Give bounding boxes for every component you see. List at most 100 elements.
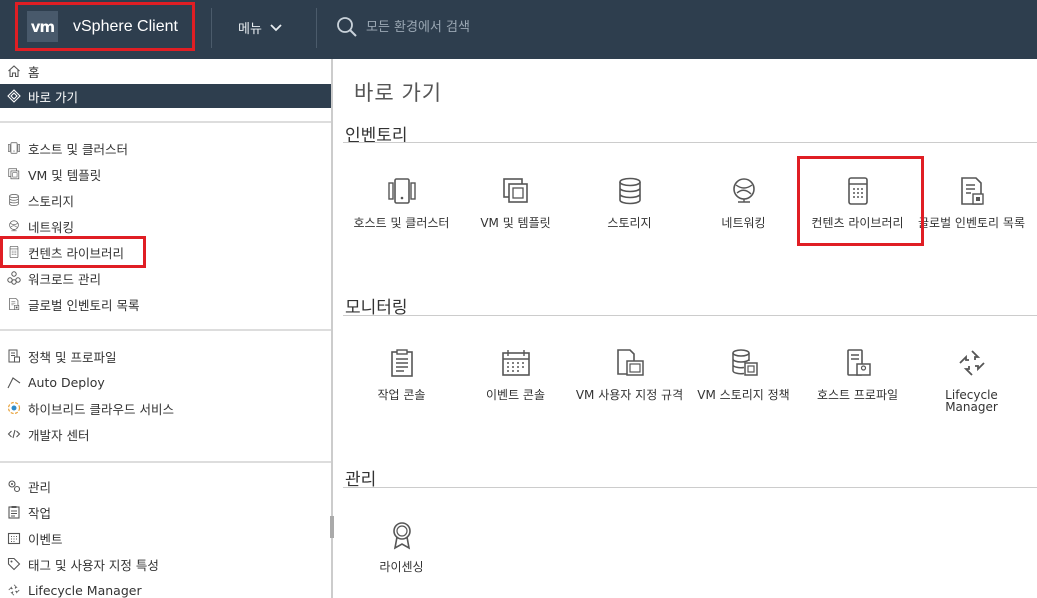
shortcut-tile-label: VM 및 템플릿 — [480, 216, 551, 230]
sidebar-item[interactable]: 하이브리드 클라우드 서비스 — [0, 396, 331, 420]
sidebar-item[interactable]: 바로 가기 — [0, 84, 331, 108]
workload-management-icon — [7, 271, 21, 285]
brand-home-link[interactable]: vm vSphere Client — [15, 2, 195, 51]
section-divider — [343, 142, 1037, 143]
home-icon — [7, 64, 21, 78]
shortcut-tile-label: Lifecycle Manager — [945, 388, 998, 414]
global-inventory-icon — [956, 175, 988, 207]
app-title: vSphere Client — [73, 17, 178, 35]
tag-icon — [7, 557, 21, 571]
shortcut-tile-label: 라이센싱 — [379, 560, 424, 574]
sidebar-item[interactable]: 이벤트 — [0, 526, 331, 550]
sidebar-item[interactable]: 호스트 및 클러스터 — [0, 136, 331, 160]
sidebar-item-label: 호스트 및 클러스터 — [28, 141, 128, 157]
event-console-icon — [500, 347, 532, 379]
vms-templates-icon — [7, 167, 21, 181]
sidebar-item-label: 홈 — [28, 64, 40, 80]
sidebar-item-label: 글로벌 인벤토리 목록 — [28, 297, 140, 313]
policies-icon — [7, 349, 21, 363]
sidebar-item[interactable]: Lifecycle Manager — [0, 578, 331, 598]
host-profile-icon — [842, 347, 874, 379]
lifecycle-icon — [7, 583, 21, 597]
header-divider — [316, 8, 317, 48]
highlight-frame — [797, 156, 924, 246]
networking-icon — [728, 175, 760, 207]
global-search[interactable] — [336, 16, 666, 38]
sidebar-item[interactable]: 관리 — [0, 474, 331, 498]
shortcut-tile-label: 이벤트 콘솔 — [485, 388, 545, 402]
shortcut-tile[interactable]: 네트워킹 — [687, 167, 800, 267]
sidebar-item-label: 스토리지 — [28, 193, 75, 209]
shortcut-tile-label: 글로벌 인벤토리 목록 — [918, 216, 1025, 230]
hosts-clusters-icon — [7, 141, 21, 155]
shortcut-tile[interactable]: 호스트 및 클러스터 — [345, 167, 458, 267]
sidebar-item-label: 네트워킹 — [28, 219, 75, 235]
shortcut-tile-label: VM 사용자 지정 규격 — [575, 388, 684, 402]
menu-button[interactable]: 메뉴 — [238, 18, 282, 37]
sidebar-item[interactable]: 스토리지 — [0, 188, 331, 212]
shortcuts-page: 바로 가기 인벤토리 호스트 및 클러스터 VM 및 템플릿 스토리지 네트워킹 컨텐츠 … — [333, 59, 1037, 598]
sidebar-item[interactable]: 태그 및 사용자 지정 특성 — [0, 552, 331, 576]
shortcut-tile-label: VM 스토리지 정책 — [697, 388, 790, 402]
shortcut-tile[interactable]: 호스트 프로파일 — [801, 339, 914, 439]
sidebar-separator — [0, 461, 331, 463]
top-header: vm vSphere Client 메뉴 — [0, 0, 1037, 59]
administration-icon — [7, 479, 21, 493]
shortcut-tile[interactable]: 이벤트 콘솔 — [459, 339, 572, 439]
sidebar-item[interactable]: 정책 및 프로파일 — [0, 344, 331, 368]
shortcut-tile-label: 스토리지 — [607, 216, 652, 230]
global-inventory-icon — [7, 297, 21, 311]
sidebar-item-label: 하이브리드 클라우드 서비스 — [28, 401, 174, 417]
sidebar-item[interactable]: 홈 — [0, 59, 331, 83]
sidebar-item-label: 작업 — [28, 505, 52, 521]
shortcut-tile[interactable]: 작업 콘솔 — [345, 339, 458, 439]
sidebar-item[interactable]: 워크로드 관리 — [0, 266, 331, 290]
sidebar-item-label: VM 및 템플릿 — [28, 167, 102, 183]
sidebar-separator — [0, 329, 331, 331]
navigator-sidebar: 홈 바로 가기 호스트 및 클러스터 VM 및 템플릿 스토리지 네트워킹 컨텐츠 라이브러… — [0, 59, 331, 598]
task-console-icon — [386, 347, 418, 379]
auto-deploy-icon — [7, 375, 21, 389]
sidebar-item[interactable]: 글로벌 인벤토리 목록 — [0, 292, 331, 316]
shortcut-tile-label: 작업 콘솔 — [377, 388, 426, 402]
chevron-down-icon — [270, 23, 282, 32]
shortcuts-icon — [7, 89, 21, 103]
sidebar-item[interactable]: 개발자 센터 — [0, 422, 331, 446]
sidebar-item[interactable]: Auto Deploy — [0, 370, 331, 394]
sidebar-separator — [0, 121, 331, 123]
tasks-icon — [7, 505, 21, 519]
header-divider — [211, 8, 212, 48]
vms-templates-icon — [500, 175, 532, 207]
sidebar-item-label: 관리 — [28, 479, 52, 495]
shortcut-tile-label: 호스트 프로파일 — [816, 388, 899, 402]
sidebar-item[interactable]: VM 및 템플릿 — [0, 162, 331, 186]
vmware-logo: vm — [27, 11, 58, 42]
highlight-frame — [0, 236, 146, 268]
sidebar-item-label: 개발자 센터 — [28, 427, 90, 443]
shortcut-tile-label: 네트워킹 — [721, 216, 766, 230]
search-input[interactable] — [366, 19, 666, 35]
shortcut-tile[interactable]: 글로벌 인벤토리 목록 — [915, 167, 1028, 267]
hosts-clusters-icon — [386, 175, 418, 207]
shortcut-tile[interactable]: VM 스토리지 정책 — [687, 339, 800, 439]
networking-icon — [7, 219, 21, 233]
search-icon — [336, 16, 358, 38]
storage-icon — [614, 175, 646, 207]
section-divider — [343, 487, 1037, 488]
shortcut-tile[interactable]: 스토리지 — [573, 167, 686, 267]
sidebar-item-label: 워크로드 관리 — [28, 271, 101, 287]
sidebar-item-label: Lifecycle Manager — [28, 582, 142, 598]
vm-customization-icon — [614, 347, 646, 379]
sidebar-item-label: 정책 및 프로파일 — [28, 349, 117, 365]
events-icon — [7, 531, 21, 545]
sidebar-item[interactable]: 네트워킹 — [0, 214, 331, 238]
section-divider — [343, 315, 1037, 316]
shortcut-tile[interactable]: 라이센싱 — [345, 511, 458, 598]
hybrid-cloud-icon — [7, 401, 21, 415]
shortcut-tile[interactable]: Lifecycle Manager — [915, 339, 1028, 439]
developer-center-icon — [7, 427, 21, 441]
shortcut-tile[interactable]: VM 사용자 지정 규격 — [573, 339, 686, 439]
sidebar-item[interactable]: 작업 — [0, 500, 331, 524]
shortcut-tile[interactable]: VM 및 템플릿 — [459, 167, 572, 267]
page-title: 바로 가기 — [354, 82, 443, 105]
